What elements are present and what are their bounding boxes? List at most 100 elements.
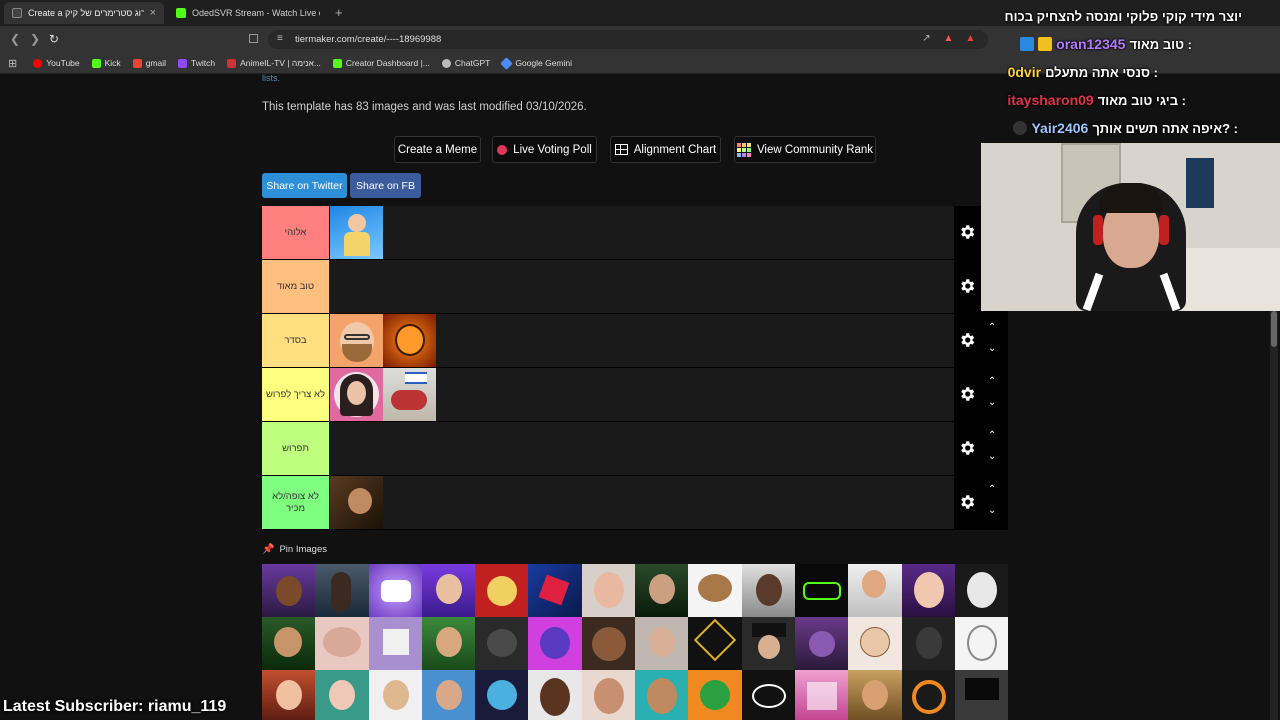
move-down-icon[interactable]: ⌄	[988, 343, 996, 354]
streamer-image[interactable]	[330, 368, 383, 421]
bookmark-gmail[interactable]: gmail	[132, 58, 166, 68]
streamer-image[interactable]	[794, 564, 849, 617]
site-info-icon[interactable]: ≡	[277, 33, 283, 44]
streamer-image[interactable]	[368, 617, 422, 670]
tab-kick-stream[interactable]: OdedSVR Stream - Watch Live on Kick	[168, 2, 328, 24]
alignment-chart-button[interactable]: Alignment Chart	[610, 136, 721, 163]
streamer-image[interactable]	[688, 564, 742, 617]
gear-icon[interactable]	[958, 277, 976, 295]
streamer-image[interactable]	[262, 617, 316, 670]
streamer-image[interactable]	[330, 314, 383, 367]
close-tab-icon[interactable]: ×	[150, 7, 156, 19]
scrollbar-thumb[interactable]	[1271, 311, 1277, 347]
back-icon[interactable]: ❮	[10, 32, 20, 46]
gear-icon[interactable]	[958, 493, 976, 511]
streamer-image[interactable]	[581, 670, 636, 720]
streamer-image[interactable]	[688, 617, 742, 670]
streamer-image[interactable]	[741, 617, 795, 670]
move-up-icon[interactable]: ⌃	[988, 430, 996, 441]
forward-icon[interactable]: ❯	[30, 32, 40, 46]
streamer-image[interactable]	[581, 617, 636, 670]
streamer-image[interactable]	[954, 670, 1009, 720]
streamer-image[interactable]	[635, 564, 689, 617]
streamer-image[interactable]	[741, 670, 795, 720]
move-down-icon[interactable]: ⌄	[988, 397, 996, 408]
streamer-image[interactable]	[954, 564, 1009, 617]
address-bar[interactable]: ≡ tiermaker.com/create/----18969988	[268, 30, 988, 49]
new-tab-button[interactable]: +	[335, 5, 343, 20]
streamer-image[interactable]	[901, 670, 955, 720]
streamer-image[interactable]	[421, 564, 476, 617]
streamer-image[interactable]	[475, 564, 529, 617]
streamer-image[interactable]	[330, 206, 383, 259]
tier-label[interactable]: לא צופה/לא מכיר	[262, 476, 329, 529]
streamer-image[interactable]	[315, 617, 369, 670]
streamer-image[interactable]	[475, 617, 529, 670]
move-down-icon[interactable]: ⌄	[988, 451, 996, 462]
bookmark-twitch[interactable]: Twitch	[178, 58, 215, 68]
lists-link[interactable]: lists.	[262, 73, 280, 83]
streamer-image[interactable]	[528, 617, 582, 670]
streamer-image[interactable]	[368, 564, 422, 617]
page-scrollbar[interactable]	[1270, 311, 1278, 720]
streamer-image[interactable]	[848, 617, 902, 670]
streamer-image[interactable]	[901, 564, 955, 617]
rewards-icon[interactable]: ▲	[964, 33, 977, 44]
streamer-image[interactable]	[475, 670, 529, 720]
streamer-image[interactable]	[368, 670, 422, 720]
share-fb-button[interactable]: Share on FB	[350, 173, 421, 198]
share-icon[interactable]: ↗	[920, 33, 933, 44]
bookmark-youtube[interactable]: YouTube	[33, 58, 80, 68]
bookmark-gemini[interactable]: Google Gemini	[500, 56, 572, 70]
tier-label[interactable]: תפרוש	[262, 422, 329, 475]
tab-tiermaker[interactable]: Create a מיס דירוג סטרימרים של קיק ×	[4, 2, 164, 24]
share-twitter-button[interactable]: Share on Twitter	[262, 173, 347, 198]
streamer-image[interactable]	[262, 670, 316, 720]
tier-label[interactable]: לא צריך לפרוש	[262, 368, 329, 421]
streamer-image[interactable]	[315, 670, 369, 720]
apps-grid-icon[interactable]: ⊞	[8, 57, 17, 70]
streamer-image[interactable]	[848, 670, 902, 720]
move-down-icon[interactable]: ⌄	[988, 505, 996, 516]
bookmark-animeil[interactable]: AnimeIL-TV | אנימה...	[227, 58, 321, 68]
streamer-image[interactable]	[262, 564, 316, 617]
streamer-image[interactable]	[635, 617, 689, 670]
live-voting-poll-button[interactable]: Live Voting Poll	[492, 136, 597, 163]
gear-icon[interactable]	[958, 385, 976, 403]
gear-icon[interactable]	[958, 439, 976, 457]
streamer-image[interactable]	[330, 476, 383, 529]
streamer-image[interactable]	[421, 670, 476, 720]
move-up-icon[interactable]: ⌃	[988, 484, 996, 495]
streamer-image[interactable]	[421, 617, 476, 670]
view-community-rank-button[interactable]: View Community Rank	[734, 136, 876, 163]
move-up-icon[interactable]: ⌃	[988, 376, 996, 387]
create-meme-button[interactable]: Create a Meme	[394, 136, 481, 163]
bookmark-kick[interactable]: Kick	[91, 58, 121, 68]
streamer-image[interactable]	[741, 564, 795, 617]
streamer-image[interactable]	[383, 368, 436, 421]
tier-label[interactable]: בסדר	[262, 314, 329, 367]
brave-shield-icon[interactable]: ▲	[942, 33, 955, 44]
reload-icon[interactable]: ↻	[49, 32, 59, 46]
gear-icon[interactable]	[958, 223, 976, 241]
streamer-image[interactable]	[901, 617, 955, 670]
streamer-image[interactable]	[688, 670, 742, 720]
tier-label[interactable]: טוב מאוד	[262, 260, 329, 313]
streamer-image[interactable]	[581, 564, 636, 617]
bookmark-page-icon[interactable]: ☐	[248, 32, 259, 46]
bookmark-creator-dashboard[interactable]: Creator Dashboard |...	[332, 58, 430, 68]
pin-images-toggle[interactable]: 📌 Pin Images	[262, 544, 327, 555]
gear-icon[interactable]	[958, 331, 976, 349]
streamer-image[interactable]	[528, 564, 582, 617]
streamer-image[interactable]	[315, 564, 369, 617]
streamer-image[interactable]	[794, 670, 849, 720]
streamer-image[interactable]	[383, 314, 436, 367]
streamer-image[interactable]	[954, 617, 1009, 670]
streamer-image[interactable]	[635, 670, 689, 720]
tier-label[interactable]: אלוהי	[262, 206, 329, 259]
streamer-image[interactable]	[528, 670, 582, 720]
bookmark-chatgpt[interactable]: ChatGPT	[441, 58, 490, 68]
move-up-icon[interactable]: ⌃	[988, 322, 996, 333]
streamer-image[interactable]	[848, 564, 902, 617]
streamer-image[interactable]	[794, 617, 849, 670]
